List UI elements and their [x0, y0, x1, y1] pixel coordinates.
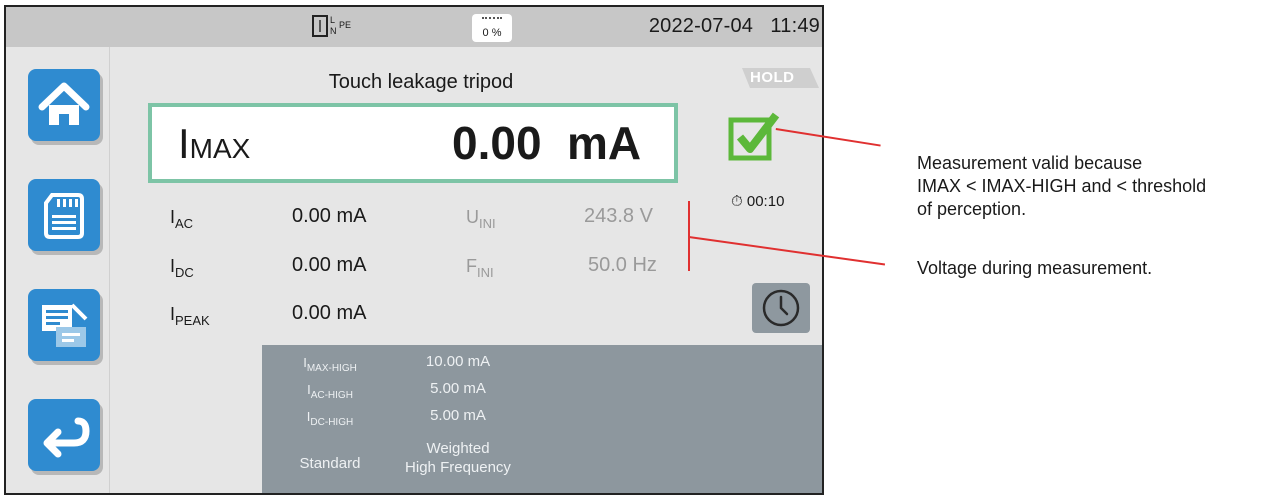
- iac-value: 0.00 mA: [292, 205, 367, 227]
- status-bar: L N PE 0 % 2022-07-04 11:49: [6, 7, 822, 47]
- uini-label-sub: INI: [479, 216, 496, 231]
- datetime: 2022-07-04 11:49: [649, 15, 820, 38]
- voltage-annotation: Voltage during measurement.: [917, 258, 1153, 278]
- iac-label-sub: AC: [175, 216, 194, 231]
- standard-value-line2: High Frequency: [405, 459, 511, 476]
- back-arrow-icon: [43, 417, 90, 458]
- measurement-title: Touch leakage tripod: [328, 71, 514, 93]
- imax-high-label: IMAX-HIGH: [262, 355, 398, 374]
- report-button[interactable]: [28, 289, 100, 361]
- iac-high-value: 5.00 mA: [430, 380, 486, 397]
- hold-label: HOLD: [750, 69, 795, 86]
- conn-l-label: L: [330, 15, 336, 25]
- sd-card-icon: [44, 193, 84, 239]
- home-icon: [38, 82, 90, 125]
- timer: ⏱ 00:10: [731, 193, 784, 210]
- valid-annotation: Measurement valid because IMAX < IMAX-HI…: [917, 152, 1206, 221]
- imax-high-value: 10.00 mA: [425, 353, 491, 370]
- uini-label-letter: U: [466, 207, 479, 227]
- fini-label: FINI: [466, 256, 494, 280]
- idc-high-label: IDC-HIGH: [262, 409, 398, 428]
- sidebar-divider: [109, 47, 110, 493]
- save-button[interactable]: [28, 179, 100, 251]
- uini-value: 243.8 V: [584, 205, 653, 227]
- status-date: 2022-07-04: [648, 15, 754, 37]
- stopwatch-icon: ⏱: [731, 193, 743, 210]
- device-screen: L N PE 0 % 2022-07-04 11:49 Touch leakag…: [4, 5, 824, 495]
- standard-value-line1: Weighted: [426, 440, 490, 457]
- memory-value: 0 %: [482, 27, 502, 39]
- status-time: 11:49: [770, 15, 820, 37]
- home-button[interactable]: [28, 69, 100, 141]
- idc-high-sub: DC-HIGH: [310, 417, 354, 428]
- memory-indicator: 0 %: [472, 14, 512, 42]
- idc-high-value: 5.00 mA: [430, 407, 486, 424]
- report-icon: [42, 303, 88, 347]
- main-unit: mA: [567, 117, 642, 169]
- imax-high-sub: MAX-HIGH: [306, 363, 357, 374]
- ipeak-value: 0.00 mA: [292, 302, 367, 324]
- main-value: 0.00: [452, 117, 542, 169]
- connection-indicator: L N PE: [312, 15, 368, 39]
- idc-value: 0.00 mA: [292, 254, 367, 276]
- fini-label-letter: F: [466, 256, 477, 276]
- clock-icon: [762, 289, 800, 327]
- timer-value: 00:10: [746, 193, 785, 210]
- iac-high-sub: AC-HIGH: [310, 390, 353, 401]
- valid-annotation-line3: of perception.: [917, 199, 1027, 219]
- main-label: IMAX: [178, 119, 250, 174]
- conn-n-label: N: [330, 26, 337, 36]
- iac-high-label: IAC-HIGH: [262, 382, 398, 401]
- main-label-sub: MAX: [189, 133, 251, 164]
- back-button[interactable]: [28, 399, 100, 471]
- standard-label: Standard: [299, 455, 361, 472]
- sidebar: [6, 47, 109, 493]
- plug-icon: [312, 15, 328, 37]
- idc-label-sub: DC: [175, 265, 194, 280]
- conn-pe-label: PE: [339, 20, 352, 30]
- hold-indicator: HOLD: [740, 67, 820, 89]
- ipeak-label: IPEAK: [170, 304, 210, 328]
- main-label-letter: I: [178, 120, 190, 167]
- idc-label: IDC: [170, 256, 194, 280]
- limits-panel: IMAX-HIGH 10.00 mA IAC-HIGH 5.00 mA IDC-…: [262, 345, 822, 493]
- valid-annotation-line2: IMAX < IMAX-HIGH and < threshold: [917, 176, 1207, 196]
- fini-label-sub: INI: [477, 265, 494, 280]
- ipeak-label-sub: PEAK: [175, 313, 210, 328]
- valid-check-icon: [728, 111, 780, 163]
- clock-button[interactable]: [752, 283, 810, 333]
- main-measurement-box: IMAX 0.00 mA: [148, 103, 678, 183]
- memory-icon: [482, 17, 502, 25]
- fini-value: 50.0 Hz: [588, 254, 657, 276]
- iac-label: IAC: [170, 207, 194, 231]
- valid-annotation-line1: Measurement valid because: [917, 153, 1143, 173]
- uini-label: UINI: [466, 207, 496, 231]
